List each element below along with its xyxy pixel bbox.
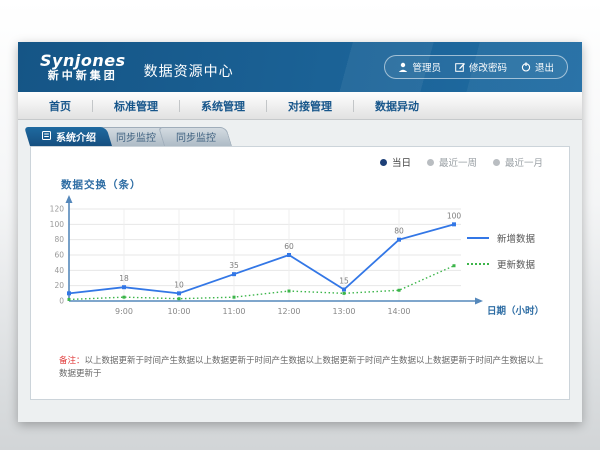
power-icon <box>521 62 531 72</box>
document-icon <box>42 131 51 143</box>
radio-dot-icon <box>493 159 500 166</box>
svg-text:60: 60 <box>54 251 64 260</box>
nav-item-standards[interactable]: 标准管理 <box>93 98 179 114</box>
svg-text:9:00: 9:00 <box>115 307 133 316</box>
brand-logo-subtext: 新中新集团 <box>40 70 126 82</box>
filter-label: 当日 <box>392 155 411 169</box>
tab-bar: 系统介绍 同步监控 同步监控 <box>30 127 570 146</box>
current-user[interactable]: 管理员 <box>398 60 441 74</box>
tab-label: 同步监控 <box>176 129 216 144</box>
user-menu: 管理员 修改密码 退出 <box>384 55 568 79</box>
legend-label: 更新数据 <box>497 257 535 271</box>
svg-text:0: 0 <box>59 297 64 306</box>
filter-today[interactable]: 当日 <box>380 155 411 169</box>
svg-text:14:00: 14:00 <box>387 307 410 316</box>
svg-text:80: 80 <box>54 235 64 244</box>
current-user-label: 管理员 <box>412 60 441 74</box>
svg-text:100: 100 <box>447 211 462 220</box>
tab-sync-monitor-2[interactable]: 同步监控 <box>164 127 232 146</box>
svg-text:100: 100 <box>50 220 65 229</box>
brand-logo: Synjones 新中新集团 <box>40 53 126 81</box>
footnote: 备注：以上数据更新于时间产生数据以上数据更新于时间产生数据以上数据更新于时间产生… <box>59 355 549 381</box>
filter-label: 最近一周 <box>439 155 477 169</box>
brand-logo-text: Synjones <box>40 53 126 70</box>
footnote-text: 以上数据更新于时间产生数据以上数据更新于时间产生数据以上数据更新于时间产生数据以… <box>59 356 544 379</box>
filter-last-week[interactable]: 最近一周 <box>427 155 477 169</box>
nav-item-interface[interactable]: 对接管理 <box>267 98 353 114</box>
page-title: 数据资源中心 <box>144 61 234 81</box>
app-window: Synjones 新中新集团 数据资源中心 管理员 修改密码 退出 首页 标准管… <box>18 42 582 422</box>
svg-text:120: 120 <box>50 205 65 214</box>
tab-label: 同步监控 <box>116 129 156 144</box>
range-filter: 当日 最近一周 最近一月 <box>380 155 543 169</box>
svg-text:10: 10 <box>174 280 184 289</box>
svg-text:18: 18 <box>119 274 129 283</box>
svg-text:15: 15 <box>339 277 349 286</box>
svg-text:日期（小时）: 日期（小时） <box>487 305 544 317</box>
svg-text:20: 20 <box>54 281 64 290</box>
legend-new-data[interactable]: 新增数据 <box>467 231 555 245</box>
nav-item-data-change[interactable]: 数据异动 <box>354 98 440 114</box>
tab-label: 系统介绍 <box>56 129 96 144</box>
radio-dot-icon <box>427 159 434 166</box>
solid-line-icon <box>467 237 489 239</box>
filter-last-month[interactable]: 最近一月 <box>493 155 543 169</box>
nav-item-home[interactable]: 首页 <box>28 98 92 114</box>
radio-dot-icon <box>380 159 387 166</box>
svg-text:80: 80 <box>394 227 404 236</box>
legend-updated-data[interactable]: 更新数据 <box>467 257 555 271</box>
change-password-button[interactable]: 修改密码 <box>455 60 507 74</box>
svg-text:60: 60 <box>284 242 294 251</box>
main-nav: 首页 标准管理 系统管理 对接管理 数据异动 <box>18 92 582 120</box>
legend-label: 新增数据 <box>497 231 535 245</box>
svg-text:10:00: 10:00 <box>167 307 190 316</box>
logout-label: 退出 <box>535 60 554 74</box>
svg-text:11:00: 11:00 <box>222 307 245 316</box>
user-icon <box>398 62 408 72</box>
app-header: Synjones 新中新集团 数据资源中心 管理员 修改密码 退出 <box>18 42 582 92</box>
svg-text:35: 35 <box>229 261 239 270</box>
logout-button[interactable]: 退出 <box>521 60 554 74</box>
svg-text:40: 40 <box>54 266 64 275</box>
footnote-prefix: 备注： <box>59 356 85 366</box>
y-axis-title: 数据交换（条） <box>61 177 142 192</box>
svg-text:12:00: 12:00 <box>277 307 300 316</box>
content-area: 系统介绍 同步监控 同步监控 当日 最近一周 <box>18 120 582 421</box>
tab-system-intro[interactable]: 系统介绍 <box>30 127 112 146</box>
filter-label: 最近一月 <box>505 155 543 169</box>
svg-text:13:00: 13:00 <box>332 307 355 316</box>
edit-icon <box>455 62 465 72</box>
chart-legend: 新增数据 更新数据 <box>467 231 555 283</box>
nav-item-system[interactable]: 系统管理 <box>180 98 266 114</box>
chart-panel: 当日 最近一周 最近一月 数据交换（条） 0 20 40 60 80 100 120 9:00… <box>30 146 570 400</box>
dotted-line-icon <box>467 263 489 265</box>
change-password-label: 修改密码 <box>469 60 507 74</box>
